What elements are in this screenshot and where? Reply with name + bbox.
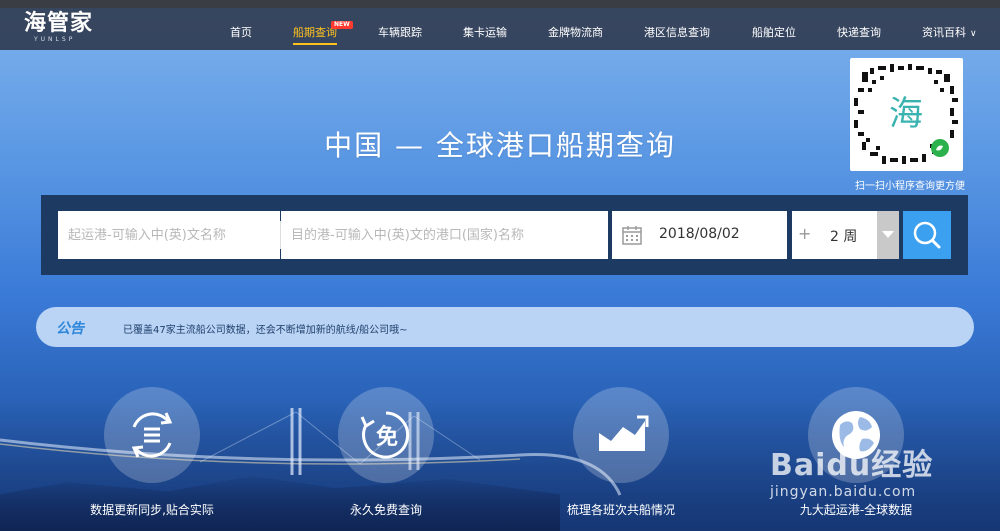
- trend-chart-icon: [599, 415, 649, 451]
- nav-vehicle-tracking[interactable]: 车辆跟踪: [378, 24, 422, 42]
- feature-circle: [104, 387, 200, 483]
- free-glyph: 免: [376, 424, 398, 450]
- announcement-bar: 公告 已覆盖47家主流船公司数据，还会不断增加新的航线/船公司哦~: [36, 307, 974, 347]
- browser-strip: [0, 0, 1000, 8]
- nav-home[interactable]: 首页: [230, 24, 252, 42]
- weeks-select[interactable]: + 2 周: [792, 211, 899, 259]
- nav-encyclopedia[interactable]: 资讯百科 ∨: [922, 24, 977, 42]
- nav-ship-location[interactable]: 船舶定位: [752, 24, 796, 42]
- main-nav: 首页 船期查询 NEW 车辆跟踪 集卡运输 金牌物流商 港区信息查询 船舶定位 …: [0, 8, 1000, 50]
- nav-encyclopedia-label: 资讯百科: [922, 26, 966, 39]
- chevron-down-icon: ∨: [970, 29, 977, 39]
- qr-code-icon: 海: [854, 64, 958, 164]
- departure-date-field[interactable]: 2018/08/02: [612, 211, 787, 259]
- feature-label: 数据更新同步,贴合实际: [90, 503, 214, 517]
- feature-shared-ships: 梳理各班次共船情况: [546, 385, 696, 525]
- weeks-value: 2 周: [830, 229, 858, 245]
- free-icon: 免: [360, 411, 410, 459]
- dropdown-arrow-icon[interactable]: [877, 211, 899, 259]
- plus-icon: +: [798, 224, 812, 243]
- mini-program-qr-code: 海: [850, 58, 963, 171]
- feature-free-query: 免 永久免费查询: [311, 385, 461, 525]
- watermark-sub: jingyan.baidu.com: [770, 484, 917, 500]
- announcement-text: 已覆盖47家主流船公司数据，还会不断增加新的航线/船公司哦~: [123, 325, 408, 336]
- feature-data-sync: 数据更新同步,贴合实际: [77, 385, 227, 525]
- baidu-watermark: Baidu经验 jingyan.baidu.com: [770, 440, 980, 520]
- nav-truck-transport[interactable]: 集卡运输: [463, 24, 507, 42]
- feature-circle: 免: [338, 387, 434, 483]
- search-button[interactable]: [903, 211, 951, 259]
- search-icon: [913, 221, 941, 249]
- nav-port-info[interactable]: 港区信息查询: [644, 24, 710, 42]
- search-panel: 2018/08/02 + 2 周: [41, 195, 968, 275]
- calendar-icon: [622, 226, 642, 245]
- qr-caption: 扫一扫小程序查询更方便: [855, 181, 965, 192]
- new-badge: NEW: [331, 21, 353, 29]
- feature-circle: [573, 387, 669, 483]
- feature-label: 梳理各班次共船情况: [566, 503, 675, 517]
- feature-label: 永久免费查询: [349, 503, 422, 517]
- nav-express-query[interactable]: 快递查询: [837, 24, 881, 42]
- destination-port-input[interactable]: [281, 211, 608, 259]
- nav-gold-logistics[interactable]: 金牌物流商: [548, 24, 603, 42]
- origin-port-input[interactable]: [58, 211, 280, 259]
- watermark-main: Baidu经验: [770, 448, 934, 483]
- sync-list-icon: [131, 412, 173, 458]
- announcement-title: 公告: [56, 321, 84, 337]
- qr-center-glyph: 海: [889, 94, 923, 134]
- top-navigation-bar: 海管家 YUNLSP 首页 船期查询 NEW 车辆跟踪 集卡运输 金牌物流商 港…: [0, 0, 1000, 50]
- page-background: 海管家 YUNLSP 首页 船期查询 NEW 车辆跟踪 集卡运输 金牌物流商 港…: [0, 0, 1000, 531]
- departure-date-value: 2018/08/02: [659, 226, 740, 242]
